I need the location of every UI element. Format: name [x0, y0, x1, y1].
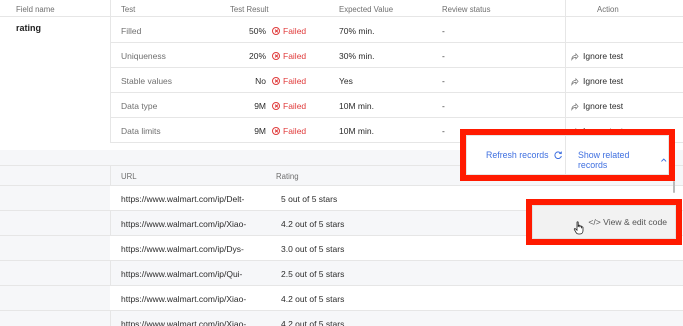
record-url: https://www.walmart.com/ip/Dys- [121, 244, 244, 254]
test-name: Uniqueness [121, 51, 166, 61]
divider [565, 0, 566, 143]
record-url: https://www.walmart.com/ip/Xiao- [121, 294, 247, 304]
review-status: - [442, 51, 445, 61]
divider [110, 92, 683, 93]
record-url: https://www.walmart.com/ip/Qui- [121, 269, 243, 279]
failed-icon [272, 127, 280, 135]
status-badge: Failed [272, 126, 306, 136]
test-result-value: No [255, 76, 266, 86]
status-label: Failed [283, 26, 307, 36]
refresh-records-label: Refresh records [486, 150, 549, 160]
col-header-review-status: Review status [442, 5, 491, 14]
view-edit-code-label: </> View & edit code [588, 217, 667, 227]
review-status: - [442, 76, 445, 86]
expected-value: 30% min. [339, 51, 375, 61]
status-badge: Failed [272, 76, 306, 86]
test-result-value: 9M [254, 101, 266, 111]
divider [0, 16, 683, 17]
col-header-action: Action [597, 5, 619, 14]
share-arrow-icon [571, 102, 579, 111]
test-name: Data type [121, 101, 158, 111]
review-status: - [442, 126, 445, 136]
test-result-value: 9M [254, 126, 266, 136]
record-rating: 4.2 out of 5 stars [281, 219, 345, 229]
chevron-up-icon [661, 158, 667, 162]
review-status: - [442, 101, 445, 111]
status-badge: Failed [272, 51, 306, 61]
divider [110, 0, 111, 143]
status-label: Failed [283, 76, 307, 86]
action-bar: Refresh records Show related records [466, 135, 669, 175]
status-badge: Failed [272, 101, 306, 111]
refresh-records-button[interactable]: Refresh records [486, 150, 563, 160]
ignore-test-label: Ignore test [583, 51, 624, 61]
col-header-test-result: Test Result [230, 5, 269, 14]
status-label: Failed [283, 126, 307, 136]
failed-icon [272, 77, 280, 85]
ignore-test-button[interactable]: Ignore test [570, 51, 623, 61]
share-arrow-icon [571, 77, 579, 86]
expected-value: 10M min. [339, 126, 374, 136]
hand-cursor-icon [573, 221, 584, 235]
divider [110, 42, 683, 43]
divider [0, 310, 683, 311]
divider [565, 136, 566, 175]
test-result-value: 50% [248, 26, 266, 36]
record-url: https://www.walmart.com/ip/Delt- [121, 194, 245, 204]
col-header-expected-value: Expected Value [339, 5, 394, 14]
divider [0, 185, 683, 186]
divider [0, 285, 683, 286]
col-header-test: Test [121, 5, 136, 14]
records-col-rating: Rating [276, 172, 299, 181]
review-status: - [442, 26, 445, 36]
record-rating: 2.5 out of 5 stars [281, 269, 345, 279]
status-badge: Failed [272, 26, 306, 36]
ignore-test-button[interactable]: Ignore test [570, 76, 623, 86]
expected-value: Yes [339, 76, 353, 86]
share-arrow-icon [571, 52, 579, 61]
divider [110, 117, 683, 118]
record-rating: 5 out of 5 stars [281, 194, 338, 204]
failed-icon [272, 52, 280, 60]
record-url: https://www.walmart.com/ip/Xiao- [121, 319, 247, 326]
test-name: Data limits [121, 126, 161, 136]
record-rating: 4.2 out of 5 stars [281, 319, 345, 326]
scrollbar-thumb[interactable] [673, 181, 675, 193]
col-header-field-name: Field name [16, 5, 55, 14]
status-label: Failed [283, 51, 307, 61]
record-url: https://www.walmart.com/ip/Xiao- [121, 219, 247, 229]
record-rating: 3.0 out of 5 stars [281, 244, 345, 254]
test-result-value: 20% [248, 51, 266, 61]
ignore-test-label: Ignore test [583, 76, 624, 86]
show-related-records-button[interactable]: Show related records [578, 150, 668, 170]
expected-value: 10M min. [339, 101, 374, 111]
failed-icon [272, 27, 280, 35]
divider [0, 260, 683, 261]
test-name: Filled [121, 26, 142, 36]
ignore-test-button[interactable]: Ignore test [570, 101, 623, 111]
view-edit-code-button[interactable]: </> View & edit code [532, 205, 676, 239]
test-name: Stable values [121, 76, 173, 86]
status-label: Failed [283, 101, 307, 111]
record-rating: 4.2 out of 5 stars [281, 294, 345, 304]
expected-value: 70% min. [339, 26, 375, 36]
divider [110, 67, 683, 68]
ignore-test-label: Ignore test [583, 101, 624, 111]
show-related-records-label: Show related records [578, 150, 630, 170]
field-name: rating [16, 23, 42, 33]
failed-icon [272, 102, 280, 110]
refresh-icon [554, 151, 562, 160]
records-col-url: URL [121, 172, 137, 181]
